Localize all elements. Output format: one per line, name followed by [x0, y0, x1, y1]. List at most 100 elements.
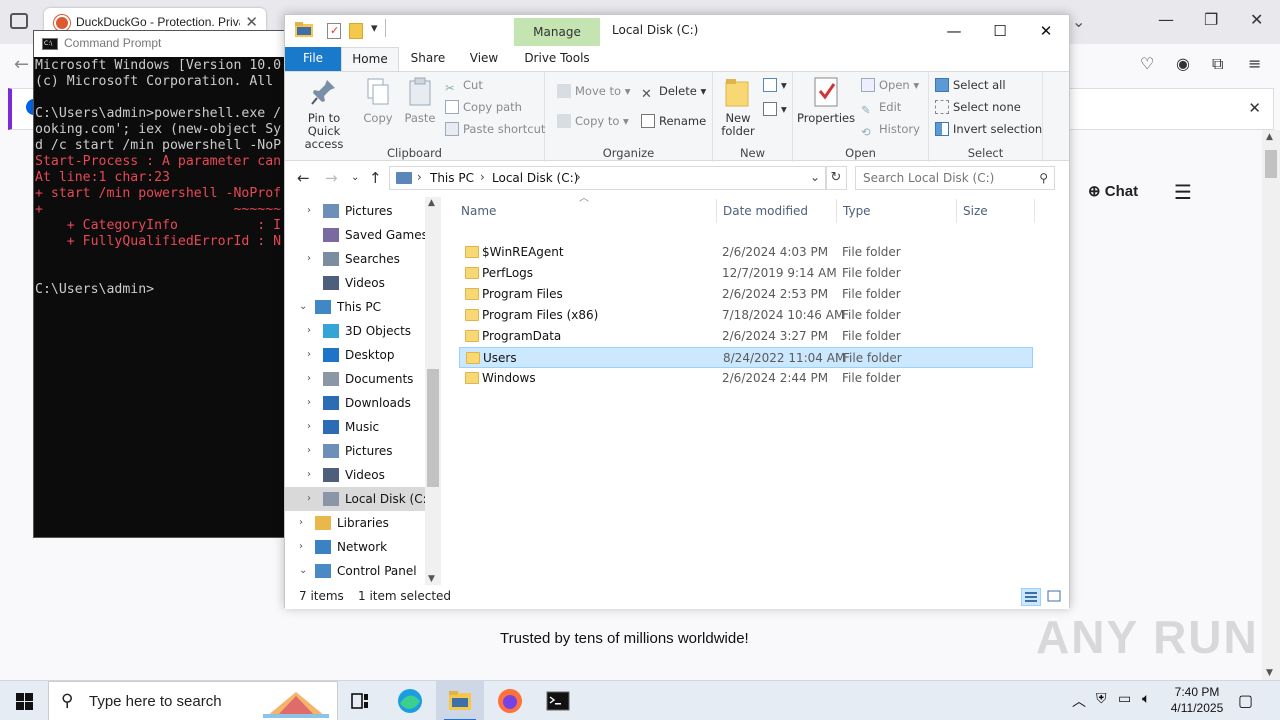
column-date-modified[interactable]: Date modified [717, 199, 837, 223]
copy-path-button[interactable]: Copy path [445, 100, 522, 114]
cmd-console[interactable]: Microsoft Windows [Version 10.0 (c) Micro… [35, 58, 285, 538]
invert-selection-button[interactable]: Invert selection [935, 122, 1042, 136]
nav-item[interactable]: Videos [285, 271, 425, 295]
show-hidden-icons-icon[interactable]: ︿ [1072, 691, 1086, 711]
column-type[interactable]: Type [837, 199, 957, 223]
nav-item[interactable]: › Network [285, 535, 425, 559]
copy-button[interactable]: Copy [359, 76, 397, 125]
nav-item[interactable]: › Local Disk (C:) [285, 487, 431, 511]
copy-to-button[interactable]: Copy to ▾ [557, 114, 629, 128]
paste-button[interactable]: Paste [401, 76, 439, 125]
file-row[interactable]: Program Files (x86) 7/18/2024 10:46 AM Fil… [459, 305, 1033, 326]
new-folder-button[interactable]: New folder [715, 76, 761, 138]
network-icon[interactable]: ▭ [1118, 691, 1131, 707]
browser-minimize-button[interactable]: — [1158, 10, 1174, 29]
nav-item[interactable]: › Pictures [285, 439, 425, 463]
history-button[interactable]: ⟲ History [861, 122, 920, 139]
navigation-pane[interactable]: › Pictures Saved Games › Searches Videos ⌄ This… [285, 197, 441, 585]
file-row[interactable]: ProgramData 2/6/2024 3:27 PM File folder [459, 326, 1033, 347]
rename-button[interactable]: Rename [641, 114, 706, 128]
file-row[interactable]: Program Files 2/6/2024 2:53 PM File folder [459, 284, 1033, 305]
expand-arrow-icon[interactable]: › [299, 511, 303, 535]
nav-item[interactable]: Saved Games [285, 223, 428, 247]
close-notification-icon[interactable]: ✕ [1248, 99, 1261, 117]
breadcrumb-separator[interactable]: › [480, 170, 485, 184]
edge-taskbar-button[interactable] [386, 681, 434, 720]
cmd-taskbar-button[interactable] [534, 681, 582, 720]
nav-item[interactable]: › Downloads [285, 391, 425, 415]
breadcrumb-this-pc[interactable]: This PC [430, 171, 474, 185]
expand-arrow-icon[interactable]: › [307, 319, 311, 343]
back-button[interactable]: ← [297, 169, 310, 187]
browser-restore-button[interactable]: ❐ [1204, 10, 1218, 29]
file-row[interactable]: Windows 2/6/2024 2:44 PM File folder [459, 368, 1033, 389]
paste-shortcut-button[interactable]: Paste shortcut [445, 122, 545, 136]
file-list[interactable]: ︿ Name Date modified Type Size $WinREAge… [455, 193, 1055, 585]
select-all-button[interactable]: Select all [935, 78, 1006, 92]
tab-file[interactable]: File [285, 47, 341, 71]
scroll-thumb[interactable] [1265, 150, 1277, 178]
collapse-arrow-icon[interactable]: ⌄ [299, 295, 307, 319]
nav-item[interactable]: › Desktop [285, 343, 425, 367]
expand-arrow-icon[interactable]: › [299, 535, 303, 559]
page-scrollbar[interactable]: ▲ ▼ [1262, 130, 1280, 680]
expand-arrow-icon[interactable]: › [307, 439, 311, 463]
address-bar[interactable]: › This PC › Local Disk (C:) › ⌄ [389, 166, 827, 190]
cmd-titlebar[interactable]: Command Prompt [34, 31, 284, 57]
search-input[interactable] [856, 167, 1032, 189]
easy-access-icon[interactable]: ▾ [763, 102, 787, 116]
expand-arrow-icon[interactable]: › [307, 343, 311, 367]
taskbar-search[interactable]: ⚲ Type here to search [48, 681, 338, 720]
recent-locations-icon[interactable]: ⌄ [351, 172, 359, 183]
minimize-button[interactable]: — [931, 19, 977, 43]
nav-item[interactable]: › Documents [285, 367, 425, 391]
clock[interactable]: 7:40 PM 4/11/2025 [1162, 684, 1232, 716]
large-icons-view-button[interactable] [1045, 588, 1065, 606]
nav-item[interactable]: ⌄ Control Panel [285, 559, 425, 583]
task-view-button[interactable] [336, 681, 384, 720]
account-icon[interactable]: ◉ [1176, 54, 1190, 73]
expand-arrow-icon[interactable]: › [307, 487, 311, 511]
nav-scroll-thumb[interactable] [427, 369, 439, 487]
address-dropdown-icon[interactable]: ⌄ [810, 170, 820, 184]
pin-quick-access-button[interactable]: Pin to Quick access [291, 76, 357, 151]
collapse-arrow-icon[interactable]: ⌄ [299, 559, 307, 583]
file-row[interactable]: PerfLogs 12/7/2019 9:14 AM File folder [459, 263, 1033, 284]
extensions-icon[interactable]: ⧉ [1212, 54, 1223, 74]
expand-arrow-icon[interactable]: › [307, 199, 311, 223]
breadcrumb-separator[interactable]: › [417, 170, 422, 184]
customize-toolbar-icon[interactable]: ▾ [371, 21, 378, 36]
nav-scroll-down-icon[interactable]: ▼ [428, 574, 435, 584]
tab-share[interactable]: Share [403, 47, 453, 71]
close-tab-icon[interactable]: ✕ [245, 13, 258, 31]
nav-item[interactable]: › Pictures [285, 199, 425, 223]
cut-button[interactable]: ✂ Cut [445, 78, 483, 95]
delete-button[interactable]: ✕ Delete ▾ [641, 84, 706, 102]
new-folder-quick-icon[interactable] [349, 23, 363, 39]
new-item-icon[interactable]: ▾ [763, 78, 787, 92]
chat-button[interactable]: ⊕ Chat [1088, 182, 1138, 200]
expand-arrow-icon[interactable]: › [307, 391, 311, 415]
file-explorer-window[interactable]: ▾ Manage Local Disk (C:) — ☐ ✕ File Home… [284, 14, 1070, 609]
refresh-button[interactable]: ↻ [825, 166, 847, 190]
up-button[interactable]: ↑ [369, 169, 382, 187]
nav-scroll-up-icon[interactable]: ▲ [428, 198, 435, 208]
nav-item[interactable]: › Searches [285, 247, 425, 271]
nav-item[interactable]: › Music [285, 415, 425, 439]
nav-item[interactable]: › Libraries [285, 511, 425, 535]
expand-arrow-icon[interactable]: › [307, 463, 311, 487]
column-size[interactable]: Size [957, 199, 1035, 223]
file-explorer-taskbar-button[interactable] [436, 681, 484, 720]
notifications-icon[interactable]: ▢ [1238, 691, 1253, 710]
breadcrumb-local-disk[interactable]: Local Disk (C:) [492, 171, 578, 185]
file-row[interactable]: $WinREAgent 2/6/2024 4:03 PM File folder [459, 242, 1033, 263]
column-name[interactable]: Name [455, 199, 717, 223]
scroll-up-icon[interactable]: ▲ [1266, 132, 1273, 142]
open-button[interactable]: Open ▾ [861, 78, 919, 92]
tab-home[interactable]: Home [341, 47, 399, 71]
list-tabs-chevron-icon[interactable]: ⌄ [1072, 12, 1085, 31]
expand-arrow-icon[interactable]: › [307, 367, 311, 391]
expand-arrow-icon[interactable]: › [307, 415, 311, 439]
tab-manage[interactable]: Manage [514, 18, 600, 46]
nav-item[interactable]: ⌄ This PC [285, 295, 425, 319]
